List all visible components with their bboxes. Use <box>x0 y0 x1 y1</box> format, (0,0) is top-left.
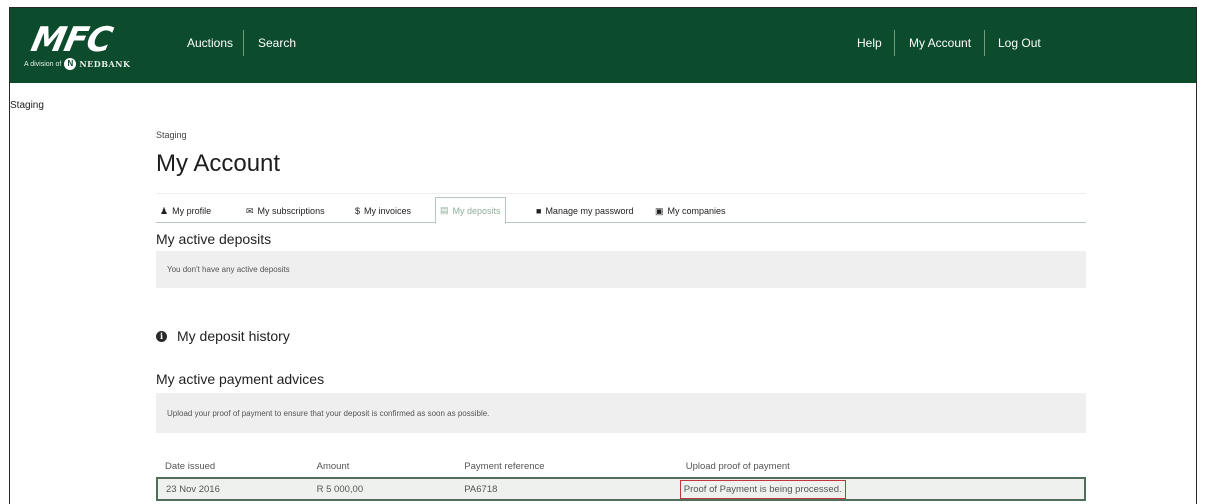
cell-amount: R 5 000,00 <box>308 477 457 501</box>
table-row[interactable]: 23 Nov 2016 R 5 000,00 PA6718 Proof of P… <box>156 477 1087 501</box>
payment-advices-info-text: Upload your proof of payment to ensure t… <box>167 408 490 418</box>
nedbank-icon: N <box>64 58 77 70</box>
logo-division-text: A division of <box>24 60 62 68</box>
nav-log-out[interactable]: Log Out <box>998 36 1041 50</box>
col-payment-reference: Payment reference <box>464 461 545 472</box>
environment-label: Staging <box>10 100 44 111</box>
logo-text: MFC <box>27 20 116 60</box>
tab-label: My invoices <box>364 206 412 216</box>
nav-auctions[interactable]: Auctions <box>187 36 233 50</box>
deposit-history-toggle[interactable]: i My deposit history <box>156 328 290 344</box>
tab-label: Manage my password <box>545 206 634 216</box>
browser-frame: MFC A division of N NEDBANK Auctions Sea… <box>9 7 1197 504</box>
nav-search[interactable]: Search <box>258 36 296 50</box>
tab-my-subscriptions[interactable]: ✉ My subscriptions <box>242 198 329 224</box>
logo-brand-text: NEDBANK <box>79 59 131 69</box>
deposit-history-label: My deposit history <box>177 328 290 344</box>
tab-label: My profile <box>172 206 212 216</box>
tab-label: My deposits <box>452 205 501 216</box>
cell-upload-status: Proof of Payment is being processed. <box>677 477 1087 501</box>
mfc-logo[interactable]: MFC A division of N NEDBANK <box>24 20 154 72</box>
nav-my-account[interactable]: My Account <box>909 36 971 50</box>
payment-advices-info-box: Upload your proof of payment to ensure t… <box>156 393 1086 433</box>
tab-my-deposits[interactable]: ▤ My deposits <box>435 197 506 224</box>
active-deposits-heading: My active deposits <box>156 231 272 247</box>
dollar-icon: $ <box>355 206 361 216</box>
user-icon: ♟ <box>160 205 169 216</box>
tab-my-invoices[interactable]: $ My invoices <box>351 198 415 224</box>
tab-manage-password[interactable]: ■ Manage my password <box>532 198 637 224</box>
top-navbar: MFC A division of N NEDBANK Auctions Sea… <box>10 8 1196 83</box>
active-deposits-empty-box: You don't have any active deposits <box>156 251 1086 288</box>
breadcrumb: Staging <box>156 130 187 140</box>
table-header-row: Date issued Amount Payment reference Upl… <box>157 456 1085 478</box>
info-icon: i <box>156 330 167 342</box>
col-date-issued: Date issued <box>165 461 216 472</box>
account-tabs: ♟ My profile ✉ My subscriptions $ My inv… <box>156 193 1086 224</box>
col-upload-proof: Upload proof of payment <box>685 461 790 472</box>
col-amount: Amount <box>316 461 350 472</box>
tab-my-companies[interactable]: ▣ My companies <box>651 198 730 224</box>
money-icon: ▤ <box>440 205 449 215</box>
proof-status-badge: Proof of Payment is being processed. <box>679 479 846 499</box>
cell-reference: PA6718 <box>456 477 678 501</box>
active-deposits-empty-text: You don't have any active deposits <box>167 265 290 274</box>
nav-divider <box>243 30 244 56</box>
nav-divider <box>984 30 985 56</box>
envelope-icon: ✉ <box>246 205 254 216</box>
page-title: My Account <box>156 150 281 177</box>
tab-label: My companies <box>667 206 726 216</box>
payment-advices-heading: My active payment advices <box>156 371 325 387</box>
nav-divider <box>894 30 895 56</box>
tab-label: My subscriptions <box>257 206 325 216</box>
logo-subtitle: A division of N NEDBANK <box>24 58 130 70</box>
briefcase-icon: ▣ <box>655 205 664 216</box>
payment-advices-table: Date issued Amount Payment reference Upl… <box>156 456 1087 501</box>
lock-icon: ■ <box>536 206 542 216</box>
nav-help[interactable]: Help <box>857 36 882 50</box>
tab-my-profile[interactable]: ♟ My profile <box>156 198 215 224</box>
cell-date: 23 Nov 2016 <box>156 477 309 501</box>
